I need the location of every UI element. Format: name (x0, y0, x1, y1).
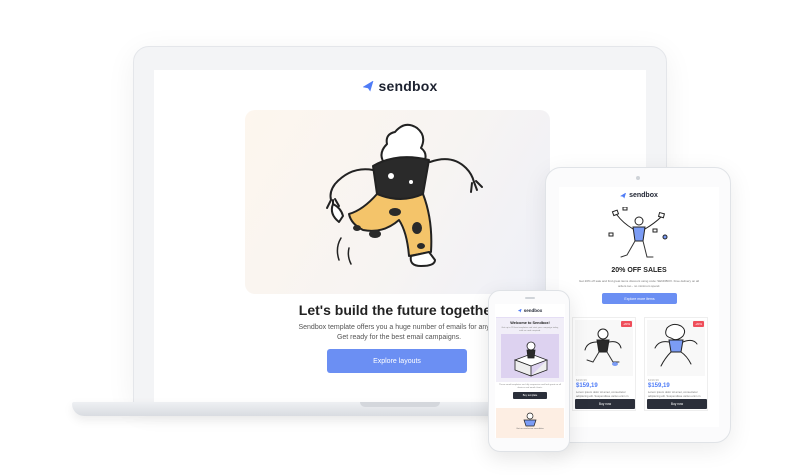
paper-plane-icon (362, 80, 374, 92)
old-price: $199,99 (576, 378, 587, 382)
phone-frame: sendbox Welcome to Sendbox! Get up to 20… (488, 290, 570, 452)
explore-items-button[interactable]: Explore more items (602, 293, 677, 304)
welcome-illustration (501, 334, 559, 378)
kneeling-figure-illustration (654, 323, 698, 367)
old-price: $199,99 (648, 378, 659, 382)
reading-figure-illustration (523, 412, 537, 427)
tablet-frame: sendbox 20% OFF SALES Get 20% off sale a… (545, 167, 731, 443)
buy-now-button[interactable]: Buy now (647, 399, 707, 409)
phone-screen: sendbox Welcome to Sendbox! Get up to 20… (495, 304, 565, 438)
hero-body-line-2: Get ready for the best email campaigns. (336, 334, 462, 341)
phone-brand-logo[interactable]: sendbox (495, 308, 565, 313)
hero-body-line-1: Sendbox template offers you a huge numbe… (298, 324, 500, 331)
tablet-camera (636, 176, 640, 180)
product-description: Lorem ipsum dolor sit amet, consectetur … (648, 390, 701, 398)
welcome-text: Get up to 20 free templates and start yo… (501, 327, 559, 332)
product-description: Lorem ipsum dolor sit amet, consectetur … (576, 390, 629, 398)
sale-headline: 20% OFF SALES (611, 267, 667, 274)
newsletter-card: Get our exclusive newsletter (496, 408, 564, 438)
newsletter-text: Get our exclusive newsletter (516, 428, 544, 430)
dancing-figure-illustration (326, 123, 483, 267)
discount-badge: -20% (693, 321, 704, 327)
phone-brand-name: sendbox (523, 308, 543, 313)
hero-body-text: Sendbox template offers you a huge numbe… (284, 323, 514, 343)
welcome-title: Welcome to Sendbox! (510, 321, 550, 325)
brand-logo[interactable]: sendbox (154, 78, 646, 94)
buy-now-button[interactable]: Buy now (575, 399, 635, 409)
product-image (647, 320, 705, 376)
dancer-thumbnail-illustration (584, 328, 622, 366)
paper-plane-icon (517, 308, 522, 313)
product-price: $159,19 (576, 383, 598, 389)
phone-speaker (525, 297, 535, 299)
product-price: $159,19 (648, 383, 670, 389)
paper-plane-icon (620, 192, 627, 199)
sale-body-text: Get 20% off sale and find great items di… (578, 279, 699, 288)
tablet-brand-logo[interactable]: sendbox (559, 192, 719, 199)
product-image (575, 320, 633, 376)
phone-body-text: These email templates are fully responsi… (499, 384, 561, 389)
juggling-figure-illustration (608, 207, 668, 258)
buy-template-button[interactable]: Buy template (513, 392, 547, 399)
explore-layouts-button[interactable]: Explore layouts (327, 349, 467, 373)
tablet-brand-name: sendbox (629, 192, 658, 199)
discount-badge: -20% (621, 321, 632, 327)
product-card: -20% $199,99 $159,19 Lorem ipsum dolor s… (572, 317, 636, 411)
product-card: -20% $199,99 $159,19 Lorem ipsum dolor s… (644, 317, 708, 411)
welcome-section: Welcome to Sendbox! Get up to 20 free te… (496, 317, 564, 382)
brand-name: sendbox (378, 78, 438, 94)
hero-illustration-panel (245, 110, 550, 294)
tablet-screen: sendbox 20% OFF SALES Get 20% off sale a… (559, 187, 719, 427)
laptop-notch (360, 402, 440, 407)
devices-mockup: sendbox Let's build the future together!… (0, 0, 800, 475)
box-figure-illustration (513, 341, 549, 377)
